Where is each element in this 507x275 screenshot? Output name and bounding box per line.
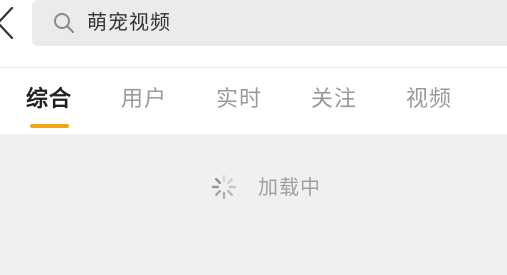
active-tab-indicator	[30, 124, 69, 128]
spinner-icon	[211, 174, 237, 200]
results-area: 加载中	[0, 134, 507, 275]
search-box[interactable]: 萌宠视频	[32, 0, 507, 46]
tab-following[interactable]: 关注	[311, 84, 357, 116]
tab-realtime[interactable]: 实时	[216, 84, 262, 116]
chevron-left-icon	[0, 6, 14, 40]
top-bar: 萌宠视频	[0, 0, 507, 67]
tab-videos[interactable]: 视频	[406, 84, 452, 116]
back-button[interactable]	[0, 6, 18, 40]
tab-bar: 综合 用户 实时 关注 视频	[0, 68, 507, 134]
tab-users[interactable]: 用户	[121, 84, 167, 116]
search-query[interactable]: 萌宠视频	[87, 7, 171, 37]
loading-text: 加载中	[258, 175, 321, 199]
search-icon	[54, 13, 74, 33]
tab-comprehensive[interactable]: 综合	[26, 84, 72, 116]
